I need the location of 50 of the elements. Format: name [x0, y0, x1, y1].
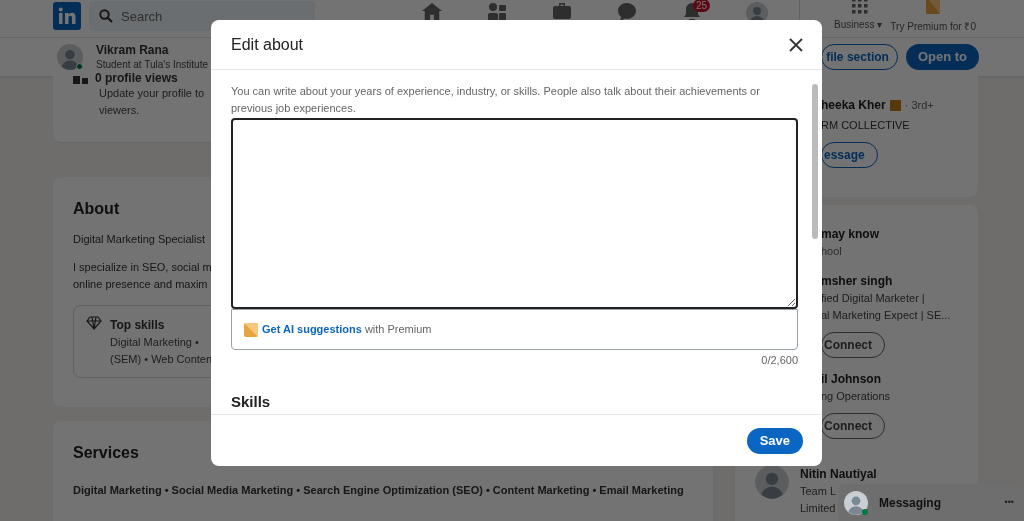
close-icon[interactable]	[789, 37, 803, 52]
profile-section-button[interactable]: file section	[821, 44, 898, 70]
open-to-button[interactable]: Open to	[905, 44, 979, 70]
messaging-label: Messaging	[879, 494, 941, 512]
person-headline: fied Digital Marketer | al Marketing Expect | SE...	[821, 290, 951, 323]
person-name[interactable]: il Johnson	[821, 369, 978, 388]
contact-company: RM COLLECTIVE	[821, 118, 911, 133]
top-skills-title: Top skills	[110, 316, 166, 334]
person-name[interactable]: msher singh	[821, 271, 978, 290]
person-headline: Team L Limited	[800, 483, 837, 516]
premium-link[interactable]: Try Premium for ₹0	[890, 19, 976, 34]
dialog-title: Edit about	[231, 34, 304, 55]
contact-name: heeka Kher	[821, 97, 886, 114]
briefcase-icon[interactable]	[551, 2, 572, 20]
about-text: Digital Marketing Specialist	[73, 232, 207, 247]
services-list: Digital Marketing • Social Media Marketing • Search Engine Optimization (SEO) • Content Marketing • Email Marketing	[73, 482, 693, 499]
premium-icon	[244, 322, 258, 337]
people-subheading: hool	[821, 244, 843, 259]
connection-degree: · 3rd+	[904, 97, 934, 113]
ai-suggestions-text[interactable]: Get AI suggestions with Premium	[262, 321, 432, 338]
dialog-hint: You can write about your years of experience, industry, or skills. People also talk about their achievements or previous job experiences.	[231, 84, 761, 116]
top-skills-list: Digital Marketing • (SEM) • Web Conten	[110, 333, 213, 368]
person-name[interactable]: Nitin Nautiyal	[800, 464, 978, 483]
analytics-title: 0 profile views	[95, 72, 178, 85]
profile-name: Vikram Rana	[96, 42, 170, 58]
home-icon[interactable]	[420, 2, 443, 22]
person-headline: ng Operations	[821, 388, 891, 404]
about-heading: About	[73, 199, 121, 219]
more-button[interactable]: •••	[1004, 495, 1014, 510]
search-icon	[99, 9, 113, 23]
about-input[interactable]	[231, 118, 798, 309]
logo-icon[interactable]	[53, 2, 81, 30]
save-button[interactable]: Save	[746, 427, 803, 454]
analytics-text: Update your profile to	[99, 86, 205, 101]
analytics-text: viewers.	[99, 103, 140, 118]
character-counter: 0/2,600	[761, 353, 798, 368]
skills-heading: Skills	[231, 391, 272, 412]
avatar-icon	[844, 490, 868, 515]
ai-suggestions-box[interactable]: Get AI suggestions with Premium	[231, 309, 798, 350]
avatar-icon	[57, 44, 83, 70]
notification-badge: 25	[693, 0, 711, 12]
chat-icon[interactable]	[616, 2, 637, 22]
services-heading: Services	[73, 443, 140, 463]
grid-icon[interactable]	[852, 0, 869, 14]
about-text: I specialize in SEO, social m online presence and maxim	[73, 259, 213, 292]
avatar-icon	[755, 464, 789, 499]
diamond-icon	[86, 315, 102, 330]
business-menu[interactable]: Business ▾	[834, 17, 883, 32]
people-heading: may know	[821, 226, 881, 243]
profile-headline: Student at Tula's Institute	[96, 57, 208, 72]
